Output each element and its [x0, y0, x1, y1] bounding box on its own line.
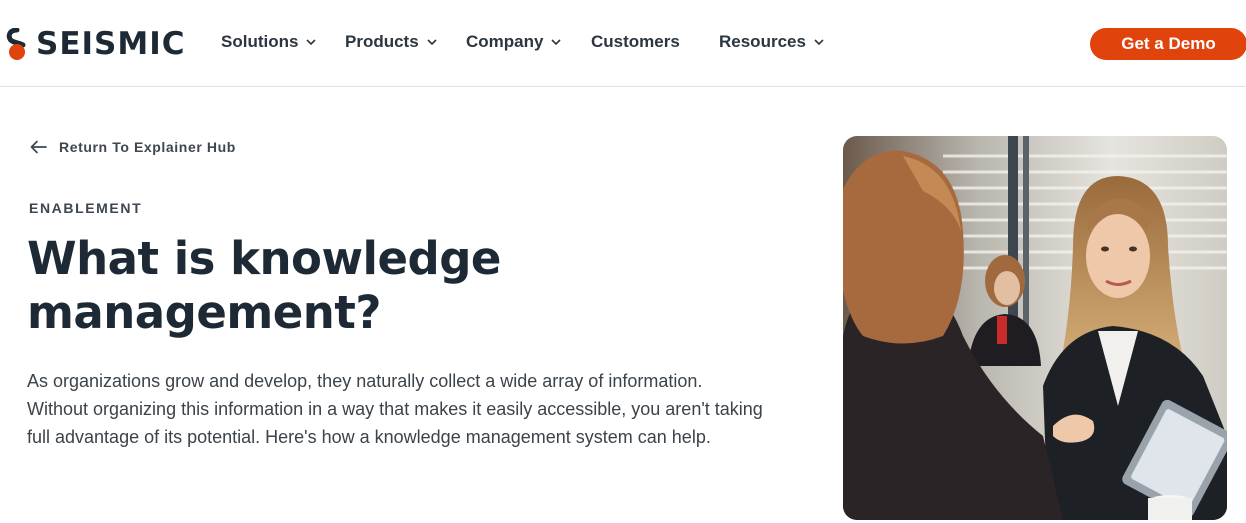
nav-label: Solutions: [221, 32, 299, 51]
nav-item-company[interactable]: Company: [466, 32, 562, 52]
seismic-logo-mark-icon: [6, 28, 26, 60]
get-a-demo-button[interactable]: Get a Demo: [1090, 28, 1246, 60]
nav-item-customers[interactable]: Customers: [591, 32, 680, 52]
site-header: SEISMIC Solutions Products Company Custo…: [0, 0, 1246, 87]
chevron-down-icon: [427, 39, 437, 46]
nav-label: Products: [345, 32, 419, 51]
intro-paragraph: As organizations grow and develop, they …: [27, 371, 763, 447]
return-link-label: Return To Explainer Hub: [59, 139, 236, 155]
nav-label: Company: [466, 32, 544, 51]
nav-item-resources[interactable]: Resources: [719, 32, 824, 52]
return-to-hub-link[interactable]: Return To Explainer Hub: [30, 139, 236, 155]
chevron-down-icon: [551, 39, 562, 46]
nav-item-solutions[interactable]: Solutions: [221, 32, 317, 52]
arrow-left-icon: [30, 140, 47, 154]
logo-text: SEISMIC: [36, 26, 186, 62]
nav-label: Resources: [719, 32, 806, 51]
nav-label: Customers: [591, 32, 680, 51]
category-eyebrow: ENABLEMENT: [29, 200, 143, 216]
page-title: What is knowledge management?: [27, 232, 501, 339]
chevron-down-icon: [306, 39, 317, 46]
hero-photo: [843, 136, 1227, 520]
seismic-logo[interactable]: SEISMIC: [6, 26, 186, 62]
meeting-photo-illustration: [843, 136, 1227, 520]
chevron-down-icon: [814, 39, 824, 46]
nav-item-products[interactable]: Products: [345, 32, 437, 52]
